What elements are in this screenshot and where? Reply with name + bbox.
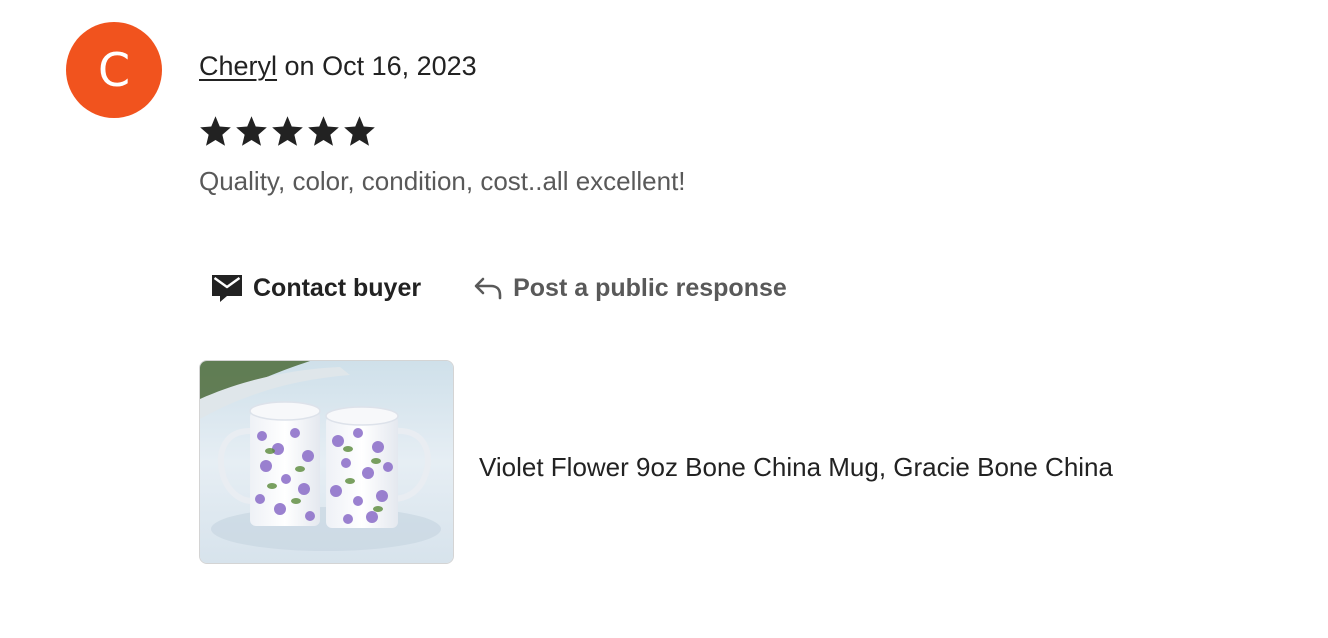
star-rating (198, 114, 377, 149)
mail-icon (212, 275, 242, 302)
review-date: on Oct 16, 2023 (277, 51, 477, 81)
product-title-link[interactable]: Violet Flower 9oz Bone China Mug, Gracie… (479, 449, 1113, 485)
star-icon (236, 116, 267, 146)
contact-buyer-button[interactable]: Contact buyer (211, 270, 421, 306)
product-thumbnail[interactable] (199, 360, 454, 564)
contact-buyer-label: Contact buyer (253, 274, 422, 302)
review-actions: Contact buyer Post a public response (211, 270, 787, 306)
star-icon (200, 116, 231, 146)
star-icon (344, 116, 375, 146)
reviewer-name-link[interactable]: Cheryl (199, 51, 277, 81)
review-text: Quality, color, condition, cost..all exc… (199, 166, 686, 196)
post-public-response-label: Post a public response (513, 274, 787, 302)
star-icon (308, 116, 339, 146)
avatar[interactable]: C (66, 22, 162, 118)
review-meta: Cheryl on Oct 16, 2023 (199, 48, 477, 84)
reply-arrow-icon (474, 277, 502, 300)
star-icon (272, 116, 303, 146)
post-public-response-button[interactable]: Post a public response (473, 270, 787, 306)
product-image (200, 361, 453, 563)
avatar-letter: C (97, 43, 131, 97)
